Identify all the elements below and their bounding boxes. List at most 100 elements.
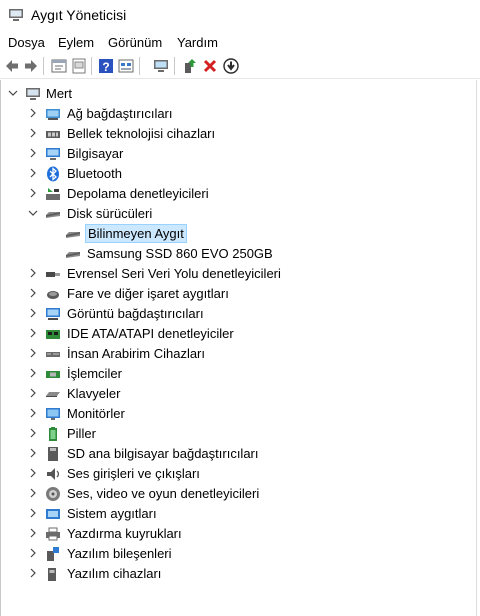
sound-controller-icon (46, 487, 60, 501)
svg-text:?: ? (102, 60, 109, 74)
chevron-down-icon[interactable] (8, 87, 18, 99)
chevron-right-icon[interactable] (28, 187, 38, 199)
category-bluetooth[interactable]: Bluetooth (1, 164, 478, 184)
category-label: Piller (67, 426, 96, 441)
update-driver-icon[interactable] (70, 57, 88, 75)
enable-device-icon[interactable] (181, 57, 199, 75)
category-fare[interactable]: Fare ve diğer işaret aygıtları (1, 284, 478, 304)
chevron-right-icon[interactable] (28, 527, 38, 539)
software-component-icon (47, 547, 59, 561)
chevron-right-icon[interactable] (28, 347, 38, 359)
device-label: Bilinmeyen Aygıt (85, 224, 187, 243)
chevron-right-icon[interactable] (28, 547, 38, 559)
properties-icon[interactable] (50, 57, 68, 75)
tree-root[interactable]: Mert (1, 84, 478, 104)
category-label: Ses, video ve oyun denetleyicileri (67, 486, 260, 501)
category-label: Görüntü bağdaştırıcıları (67, 306, 204, 321)
device-label: Samsung SSD 860 EVO 250GB (87, 246, 273, 261)
category-goruntu[interactable]: Görüntü bağdaştırıcıları (1, 304, 478, 324)
category-yazilim-cihazlari[interactable]: Yazılım cihazları (1, 564, 478, 584)
audio-io-icon (47, 468, 60, 480)
chevron-right-icon[interactable] (28, 387, 38, 399)
category-bilgisayar[interactable]: Bilgisayar (1, 144, 478, 164)
back-arrow-icon[interactable] (3, 57, 21, 75)
title-bar: Aygıt Yöneticisi (0, 0, 480, 32)
chevron-right-icon[interactable] (28, 507, 38, 519)
category-usb[interactable]: Evrensel Seri Veri Yolu denetleyicileri (1, 264, 478, 284)
category-depolama-denetleyicileri[interactable]: Depolama denetleyicileri (1, 184, 478, 204)
category-ag-bagdastiricilari[interactable]: Ağ bağdaştırıcıları (1, 104, 478, 124)
device-samsung-ssd[interactable]: Samsung SSD 860 EVO 250GB (1, 244, 478, 264)
category-ses-girisleri[interactable]: Ses girişleri ve çıkışları (1, 464, 478, 484)
category-label: Bilgisayar (67, 146, 124, 161)
category-monitorler[interactable]: Monitörler (1, 404, 478, 424)
chevron-right-icon[interactable] (28, 467, 38, 479)
sd-host-icon (48, 447, 58, 461)
category-label: Bluetooth (67, 166, 122, 181)
battery-icon (49, 427, 57, 441)
category-label: SD ana bilgisayar bağdaştırıcıları (67, 446, 259, 461)
help-icon[interactable]: ? (97, 57, 115, 75)
category-yazdirma[interactable]: Yazdırma kuyrukları (1, 524, 478, 544)
scrollbar[interactable] (476, 80, 480, 616)
chevron-right-icon[interactable] (28, 287, 38, 299)
chevron-right-icon[interactable] (28, 127, 38, 139)
chevron-right-icon[interactable] (28, 407, 38, 419)
chevron-down-icon[interactable] (28, 207, 38, 219)
category-yazilim-bilesenleri[interactable]: Yazılım bileşenleri (1, 544, 478, 564)
ide-controller-icon (46, 330, 60, 339)
category-islemciler[interactable]: İşlemciler (1, 364, 478, 384)
category-sd-ana[interactable]: SD ana bilgisayar bağdaştırıcıları (1, 444, 478, 464)
disk-drive-icon (46, 212, 60, 218)
chevron-right-icon[interactable] (28, 267, 38, 279)
disk-drive-icon (66, 252, 80, 258)
chevron-right-icon[interactable] (28, 167, 38, 179)
menu-gorunum[interactable]: Görünüm (108, 35, 162, 50)
category-label: Monitörler (67, 406, 125, 421)
category-ide[interactable]: IDE ATA/ATAPI denetleyiciler (1, 324, 478, 344)
forward-arrow-icon[interactable] (22, 57, 40, 75)
chevron-right-icon[interactable] (28, 427, 38, 439)
chevron-right-icon[interactable] (28, 567, 38, 579)
category-label: Yazılım bileşenleri (67, 546, 172, 561)
category-label: Bellek teknolojisi cihazları (67, 126, 216, 141)
category-label: Evrensel Seri Veri Yolu denetleyicileri (67, 266, 281, 281)
menu-yardim[interactable]: Yardım (177, 35, 218, 50)
system-device-icon (46, 509, 60, 519)
device-bilinmeyen-aygit[interactable]: Bilinmeyen Aygıt (1, 224, 478, 244)
category-insan-arabirim[interactable]: İnsan Arabirim Cihazları (1, 344, 478, 364)
category-disk-suruculeri[interactable]: Disk sürücüleri (1, 204, 478, 224)
menu-eylem[interactable]: Eylem (58, 35, 94, 50)
computer-icon (46, 148, 60, 160)
category-piller[interactable]: Piller (1, 424, 478, 444)
chevron-right-icon[interactable] (28, 327, 38, 339)
chevron-right-icon[interactable] (28, 447, 38, 459)
chevron-right-icon[interactable] (28, 487, 38, 499)
category-label: Fare ve diğer işaret aygıtları (67, 286, 229, 301)
category-label: Ağ bağdaştırıcıları (67, 106, 173, 121)
storage-controller-icon (46, 188, 60, 200)
uninstall-icon[interactable] (201, 57, 219, 75)
chevron-right-icon[interactable] (28, 107, 38, 119)
category-label: Sistem aygıtları (67, 506, 157, 521)
category-ses-video-oyun[interactable]: Ses, video ve oyun denetleyicileri (1, 484, 478, 504)
print-queue-icon (46, 527, 60, 541)
window-title: Aygıt Yöneticisi (31, 7, 127, 23)
category-klavyeler[interactable]: Klavyeler (1, 384, 478, 404)
chevron-right-icon[interactable] (28, 307, 38, 319)
disable-device-icon[interactable] (222, 57, 240, 75)
tree-root-label: Mert (46, 86, 72, 101)
chevron-right-icon[interactable] (28, 367, 38, 379)
category-label: İnsan Arabirim Cihazları (67, 346, 205, 361)
scan-hardware-icon[interactable] (152, 57, 170, 75)
menu-dosya[interactable]: Dosya (8, 35, 45, 50)
category-label: Ses girişleri ve çıkışları (67, 466, 200, 481)
show-hidden-icon[interactable] (117, 57, 135, 75)
category-label: IDE ATA/ATAPI denetleyiciler (67, 326, 234, 341)
category-sistem-aygitlari[interactable]: Sistem aygıtları (1, 504, 478, 524)
chevron-right-icon[interactable] (28, 147, 38, 159)
disk-drive-icon (66, 232, 80, 238)
hid-icon (46, 352, 60, 357)
category-label: Disk sürücüleri (67, 206, 153, 221)
category-bellek-teknolojisi[interactable]: Bellek teknolojisi cihazları (1, 124, 478, 144)
